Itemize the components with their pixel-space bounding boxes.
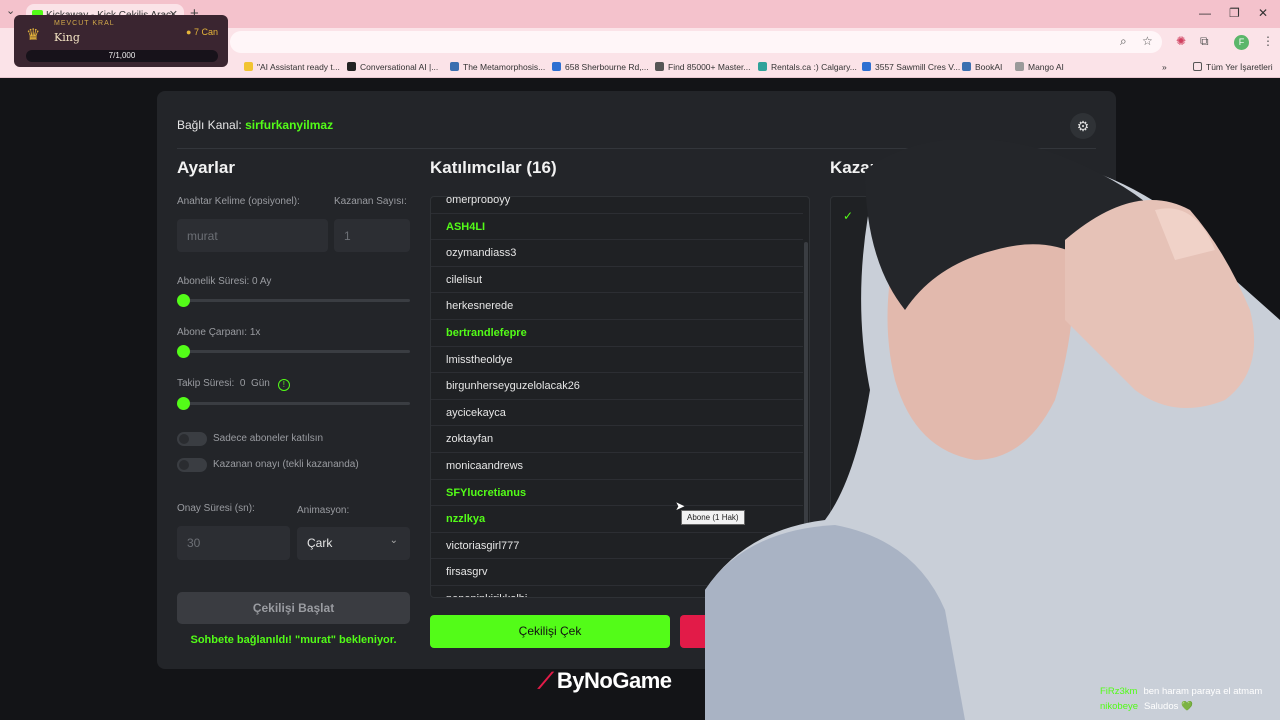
king-label: MEVCUT KRAL [54,20,115,27]
winner-count-input[interactable]: 1 [334,219,410,252]
draw-button[interactable]: Çekilişi Çek [430,615,670,648]
bookmark-favicon-icon [962,62,971,71]
bookmark-item[interactable]: 3557 Sawmill Cres V... [862,62,960,72]
king-progress: 7/1,000 [26,50,218,62]
bookmark-item[interactable]: 658 Sherbourne Rd,... [552,62,649,72]
minimize-icon[interactable]: — [1199,6,1211,20]
sub-multiplier-knob[interactable] [177,345,190,358]
sub-duration-knob[interactable] [177,294,190,307]
bookmark-favicon-icon [244,62,253,71]
connected-channel: Bağlı Kanal: sirfurkanyilmaz [177,118,334,132]
window-close-icon[interactable]: ✕ [1258,6,1268,20]
bookmark-favicon-icon [450,62,459,71]
bookmark-item[interactable]: Conversational AI |... [347,62,438,72]
menu-dots-icon[interactable]: ⋮ [1262,34,1274,48]
zoom-icon[interactable]: ⌕ [1120,34,1127,49]
status-text: Sohbete bağlanıldı! "murat" bekleniyor. [190,634,397,646]
winner-confirm-label: Kazanan onayı (tekli kazananda) [213,459,359,470]
folder-icon [1193,62,1202,71]
tab-search-icon[interactable]: ⌄ [6,4,15,17]
animation-label: Animasyon: [297,505,350,516]
king-can: ● 7 Can [186,27,218,37]
chat-username: FiRz3km [1100,686,1138,697]
chat-message: nikobeye Saludos 💚 [1100,701,1275,716]
keyword-input[interactable]: murat [177,219,328,252]
king-overlay: ♛ MEVCUT KRAL King ● 7 Can 7/1,000 [14,15,228,67]
sub-multiplier-slider[interactable] [177,350,410,353]
info-icon[interactable]: ! [277,379,290,391]
participants-title: Katılımcılar (16) [430,158,557,177]
bookmark-item[interactable]: "AI Assistant ready t... [244,62,340,72]
chevron-down-icon: ⌄ [389,535,398,546]
chat-overlay: FiRz3km ben haram paraya el atmam nikobeye… [1100,686,1275,716]
sub-only-toggle[interactable] [177,432,207,446]
start-giveaway-button[interactable]: Çekilişi Başlat [177,592,410,624]
bookmark-favicon-icon [655,62,664,71]
all-bookmarks-link[interactable]: Tüm Yer İşaretleri [1193,62,1273,72]
screen: ⌄ Kickaway - Kick Çekiliş Aracı ✕ + — ❐ … [0,0,1280,720]
bookmark-item[interactable]: The Metamorphosis... [450,62,545,72]
winner-confirm-toggle[interactable] [177,458,207,472]
bookmark-item[interactable]: BookAI [962,62,1002,72]
bynogame-logo: ⟋ ByNoGame [538,668,672,693]
address-bar[interactable] [230,31,1162,53]
profile-avatar[interactable]: F [1234,35,1249,50]
bookmark-favicon-icon [1015,62,1024,71]
star-icon[interactable]: ☆ [1142,34,1153,48]
winner-count-label: Kazanan Sayısı: [334,196,407,207]
bookmark-favicon-icon [347,62,356,71]
confirm-time-input[interactable]: 30 [177,526,290,560]
confirm-time-label: Onay Süresi (sn): [177,503,255,514]
sub-duration-slider[interactable] [177,299,410,302]
follow-duration-slider[interactable] [177,402,410,405]
bookmark-item[interactable]: Mango AI [1015,62,1064,72]
king-name: King [54,31,80,44]
mouse-cursor-icon: ➤ [675,499,686,513]
extension-flower-icon[interactable]: ✺ [1176,34,1186,48]
restore-icon[interactable]: ❐ [1229,6,1240,20]
follow-duration-knob[interactable] [177,397,190,410]
bookmark-item[interactable]: Find 85000+ Master... [655,62,750,72]
sub-only-label: Sadece aboneler katılsın [213,433,324,444]
bynogame-mark-icon: ⟋ [538,668,553,693]
crown-icon: ♛ [26,27,41,44]
gear-icon[interactable]: ⚙ [1070,113,1096,139]
chat-text: Saludos 💚 [1144,701,1193,712]
bookmark-favicon-icon [552,62,561,71]
animation-select[interactable]: Çark ⌄ [297,527,410,560]
sub-multiplier-label: Abone Çarpanı: 1x [177,327,261,338]
bookmark-item[interactable]: Rentals.ca :) Calgary... [758,62,857,72]
bookmark-favicon-icon [758,62,767,71]
more-bookmarks-icon[interactable]: » [1162,62,1167,72]
chat-message: FiRz3km ben haram paraya el atmam [1100,686,1275,701]
settings-title: Ayarlar [177,158,235,177]
webcam-streamer [705,140,1280,720]
follow-duration-label: Takip Süresi: 0 Gün! [177,378,290,391]
sub-duration-label: Abonelik Süresi: 0 Ay [177,276,272,287]
extensions-puzzle-icon[interactable]: ⧉ [1200,34,1209,49]
bookmark-favicon-icon [862,62,871,71]
keyword-label: Anahtar Kelime (opsiyonel): [177,196,300,207]
chat-text: ben haram paraya el atmam [1143,686,1263,697]
chat-username: nikobeye [1100,701,1139,712]
